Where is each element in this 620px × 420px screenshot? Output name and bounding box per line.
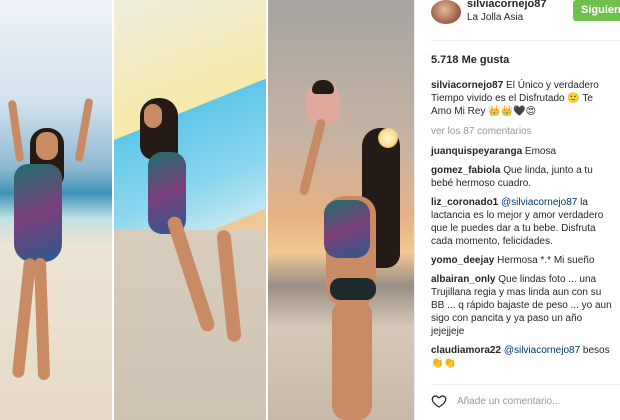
comment-item: juanquispeyaranga Emosa bbox=[431, 146, 556, 159]
comment-text: BB ... q rápido bajaste de peso ... yo a… bbox=[431, 300, 612, 311]
comment-text: 👏👏 bbox=[431, 358, 456, 369]
figure-arm-up bbox=[298, 118, 327, 196]
comment-item: gomez_fabiola Que linda, junto a tu bbox=[431, 165, 593, 178]
comment-mention[interactable]: @silviacornejo87 bbox=[504, 345, 580, 356]
comment-text: que le puedes dar a tu bebe. Disfruta bbox=[431, 223, 596, 234]
comment-text: El Único y verdadero bbox=[506, 80, 599, 91]
comment-mention[interactable]: @silviacornejo87 bbox=[501, 197, 577, 208]
figure-swimsuit bbox=[14, 164, 62, 262]
post-location[interactable]: La Jolla Asia bbox=[467, 12, 523, 23]
sunset-photo-3 bbox=[268, 0, 414, 420]
comment-text: bebé hermoso cuadro. bbox=[431, 178, 532, 189]
comment-text: la bbox=[580, 197, 588, 208]
comment-text: Emosa bbox=[524, 146, 557, 157]
beach-photo-1 bbox=[0, 0, 112, 420]
heart-icon[interactable] bbox=[431, 393, 447, 409]
comment-author[interactable]: silviacornejo87 bbox=[431, 80, 503, 91]
caption-line: Amo Mi Rey 👑👑🖤😍 bbox=[431, 106, 537, 117]
likes-count[interactable]: 5.718 Me gusta bbox=[431, 54, 509, 66]
avatar[interactable] bbox=[431, 0, 461, 24]
comment-text: cada momento, felicidades. bbox=[431, 236, 553, 247]
comment-author[interactable]: albairan_only bbox=[431, 274, 495, 285]
sun bbox=[378, 128, 398, 148]
comment-author[interactable]: yomo_deejay bbox=[431, 255, 494, 266]
figure-arm-left bbox=[7, 99, 25, 163]
comment-item: claudiamora22 @silviacornejo87 besos bbox=[431, 345, 610, 358]
figure-legs bbox=[332, 300, 372, 420]
figure-leg-right bbox=[33, 257, 51, 381]
figure-bikini-bottom bbox=[330, 278, 376, 300]
comment-text: Hermosa *.* Mi sueño bbox=[497, 255, 595, 266]
comment-text: Que linda, junto a tu bbox=[503, 165, 593, 176]
add-comment-input[interactable] bbox=[457, 392, 617, 410]
post-username[interactable]: silviacornejo87 bbox=[467, 0, 547, 10]
figure-face bbox=[36, 132, 58, 160]
figure-swimsuit bbox=[324, 200, 370, 258]
post-header: silviacornejo87 La Jolla Asia Siguiendo bbox=[415, 0, 620, 36]
figure-face bbox=[144, 104, 162, 128]
comment-item: albairan_only Que lindas foto ... una bbox=[431, 274, 596, 287]
figure-arm-right bbox=[74, 97, 94, 163]
comment-text: jejejjeje bbox=[431, 326, 465, 337]
comment-author[interactable]: gomez_fabiola bbox=[431, 165, 500, 176]
post-details-panel: silviacornejo87 La Jolla Asia Siguiendo … bbox=[414, 0, 620, 420]
comment-text: lactancia es lo mejor y amor verdadero bbox=[431, 210, 604, 221]
comment-text: sigo con pancita y ya paso un año bbox=[431, 313, 583, 324]
figure-leg-left bbox=[11, 257, 37, 379]
comment-author[interactable]: claudiamora22 bbox=[431, 345, 501, 356]
view-more-comments-link[interactable]: ver los 87 comentarios bbox=[431, 126, 532, 137]
following-button[interactable]: Siguiendo bbox=[573, 0, 620, 21]
comment-text: Que lindas foto ... una bbox=[498, 274, 597, 285]
comment-author[interactable]: juanquispeyaranga bbox=[431, 146, 522, 157]
comment-text: besos bbox=[582, 345, 610, 356]
comment-item: yomo_deejay Hermosa *.* Mi sueño bbox=[431, 255, 594, 268]
comment-item: liz_coronado1 @silviacornejo87 la bbox=[431, 197, 588, 210]
caption-line: Tiempo vivido es el Disfrutado 🙂 Te bbox=[431, 93, 593, 104]
divider bbox=[431, 384, 620, 385]
comment-author[interactable]: liz_coronado1 bbox=[431, 197, 498, 208]
comment-text: Trujillana regia y mas linda aun con su bbox=[431, 287, 602, 298]
caption-line: silviacornejo87 El Único y verdadero bbox=[431, 80, 599, 93]
baby-hair bbox=[312, 80, 334, 94]
beach-photo-2 bbox=[114, 0, 266, 420]
divider bbox=[431, 40, 620, 41]
